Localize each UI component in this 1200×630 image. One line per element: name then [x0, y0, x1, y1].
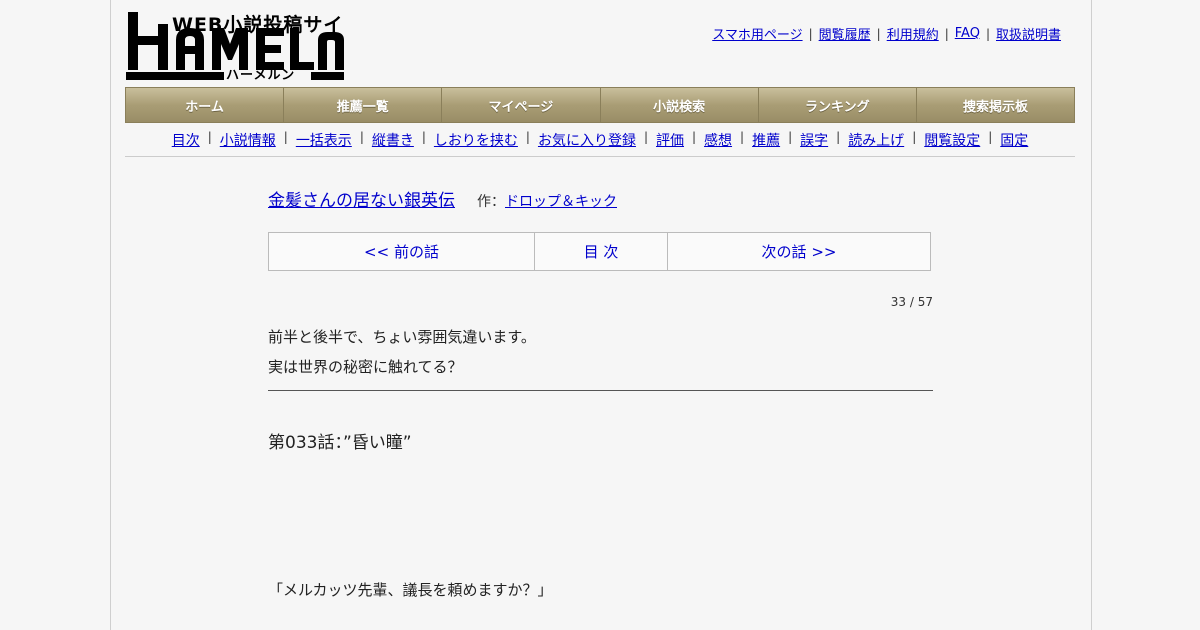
chapter-progress: 33 / 57: [890, 295, 933, 309]
subnav-bookmark[interactable]: しおりを挟む: [434, 130, 518, 150]
chapter-title: 第033話：”昏い瞳”: [268, 433, 412, 453]
logo-kana: ハーメルン: [226, 68, 296, 83]
subnav-vertical[interactable]: 縦書き: [372, 130, 414, 150]
author-prefix: 作：: [477, 194, 505, 210]
link-manual[interactable]: 取扱説明書: [996, 24, 1061, 43]
global-nav: ホーム 推薦一覧 マイページ 小説検索 ランキング 捜索掲示板: [125, 87, 1075, 123]
next-chapter-link[interactable]: 次の話 >>: [668, 233, 930, 270]
subnav-favorite[interactable]: お気に入り登録: [538, 130, 636, 150]
author-line: 作：ドロップ＆キック: [477, 191, 617, 211]
prev-chapter-link[interactable]: << 前の話: [269, 233, 535, 270]
subnav-view-settings[interactable]: 閲覧設定: [924, 130, 980, 150]
link-smartphone[interactable]: スマホ用ページ: [712, 24, 802, 43]
subnav-info[interactable]: 小説情報: [220, 130, 276, 150]
link-faq[interactable]: FAQ: [955, 26, 980, 41]
subnav-rating[interactable]: 評価: [656, 130, 684, 150]
subnav-typo[interactable]: 誤字: [800, 130, 828, 150]
subnav-all[interactable]: 一括表示: [296, 130, 352, 150]
subnav-pin[interactable]: 固定: [1000, 130, 1028, 150]
subnav-read-aloud[interactable]: 読み上げ: [848, 130, 904, 150]
subnav-toc[interactable]: 目次: [172, 130, 200, 150]
link-history[interactable]: 閲覧履歴: [819, 24, 871, 43]
toc-link[interactable]: 目 次: [535, 233, 668, 270]
novel-header: 金髪さんの居ない銀英伝 作：ドロップ＆キック: [268, 186, 617, 211]
author-link[interactable]: ドロップ＆キック: [505, 194, 617, 210]
nav-recommend[interactable]: 推薦一覧: [284, 88, 443, 122]
preface-line: 実は世界の秘密に触れてる？: [268, 358, 463, 376]
novel-title[interactable]: 金髪さんの居ない銀英伝: [268, 186, 455, 211]
novel-sub-nav: 目次 | 小説情報 | 一括表示 | 縦書き | しおりを挟む | お気に入り登録 | 評価…: [125, 130, 1075, 157]
logo-tagline: WEB小説投稿サイト: [172, 14, 344, 63]
top-links: スマホ用ページ | 閲覧履歴 | 利用規約 | FAQ | 取扱説明書: [712, 24, 1061, 43]
link-terms[interactable]: 利用規約: [887, 24, 939, 43]
subnav-review[interactable]: 感想: [704, 130, 732, 150]
preface-line: 前半と後半で、ちょい雰囲気違います。: [268, 328, 536, 346]
chapter-preface: 前半と後半で、ちょい雰囲気違います。 実は世界の秘密に触れてる？: [268, 322, 933, 391]
body-text-line: 「メルカッツ先輩、議長を頼めますか？」: [268, 581, 553, 599]
nav-mypage[interactable]: マイページ: [442, 88, 601, 122]
hameln-logo[interactable]: WEB小説投稿サイト ハーメルン: [126, 10, 346, 83]
nav-board[interactable]: 捜索掲示板: [916, 88, 1075, 122]
chapter-nav: << 前の話 目 次 次の話 >>: [268, 232, 931, 271]
nav-home[interactable]: ホーム: [126, 88, 285, 122]
nav-search[interactable]: 小説検索: [600, 88, 759, 122]
subnav-recommend[interactable]: 推薦: [752, 130, 780, 150]
nav-ranking[interactable]: ランキング: [758, 88, 917, 122]
